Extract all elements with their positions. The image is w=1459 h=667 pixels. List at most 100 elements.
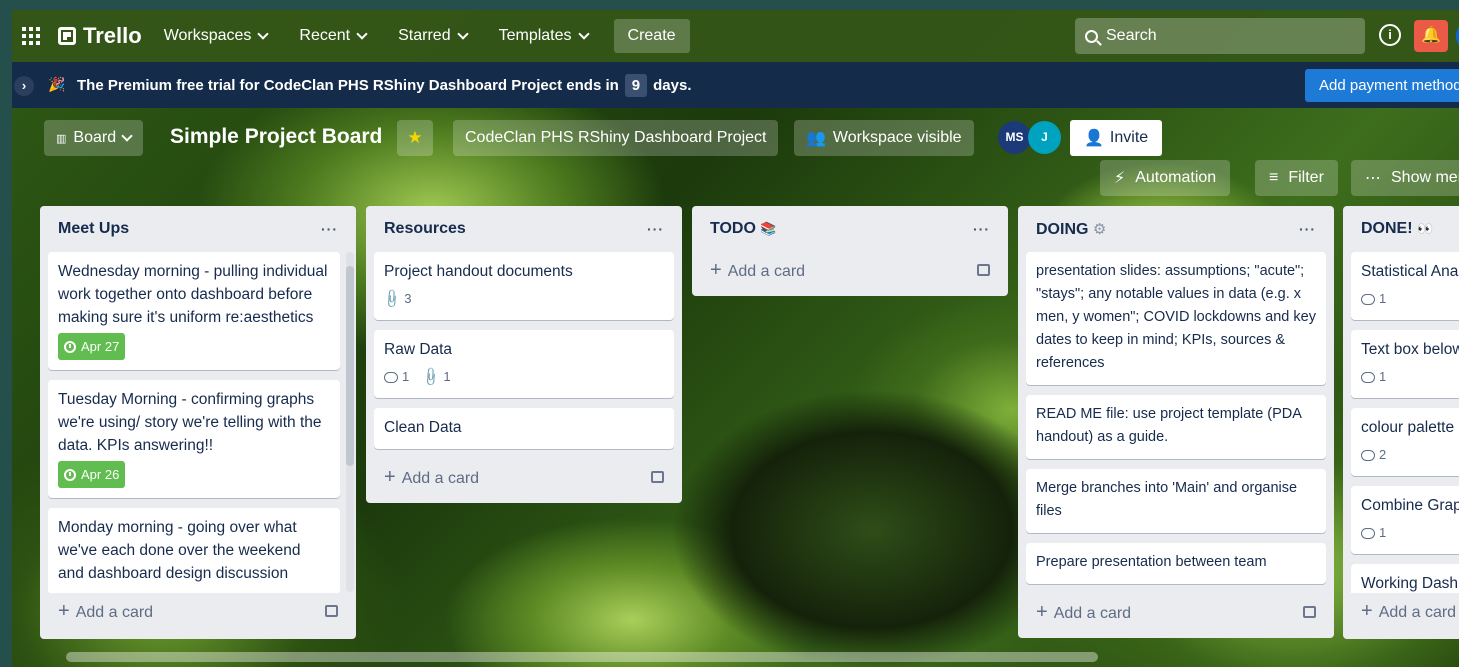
list-title[interactable]: DOING bbox=[1036, 221, 1088, 238]
comment-count: 1 bbox=[1379, 525, 1387, 540]
add-person-icon: 👤 bbox=[1084, 130, 1104, 147]
card[interactable]: presentation slides: assumptions; "acute… bbox=[1026, 252, 1326, 385]
attachment-count: 3 bbox=[404, 291, 412, 306]
trello-window: Trello Workspaces Recent Starred Templat… bbox=[12, 10, 1459, 667]
list-title[interactable]: DONE! bbox=[1361, 220, 1413, 237]
logo-text: Trello bbox=[83, 23, 142, 48]
card[interactable]: Combine Graphs 1 bbox=[1351, 486, 1459, 554]
recent-menu[interactable]: Recent bbox=[299, 27, 368, 45]
card[interactable]: colour palette 2 bbox=[1351, 408, 1459, 476]
list-cards: Statistical Analysis 1 Text box below 1 … bbox=[1351, 252, 1459, 593]
search-input[interactable]: Search bbox=[1075, 18, 1365, 54]
list-menu-icon[interactable]: ··· bbox=[321, 221, 338, 237]
card[interactable]: Raw Data 1 📎1 bbox=[374, 330, 674, 398]
card[interactable]: Prepare presentation between team bbox=[1026, 543, 1326, 584]
automation-button[interactable]: ⚡ Automation bbox=[1100, 160, 1231, 196]
lightning-icon: ⚡ bbox=[1114, 170, 1126, 187]
list-scrollbar-thumb[interactable] bbox=[346, 266, 354, 466]
list-title[interactable]: TODO bbox=[710, 220, 756, 237]
list-header: Resources ··· bbox=[374, 206, 674, 252]
attachment-count: 1 bbox=[443, 369, 451, 384]
invite-label: Invite bbox=[1109, 129, 1149, 146]
filter-label: Filter bbox=[1288, 169, 1324, 186]
card-template-icon[interactable] bbox=[977, 264, 990, 276]
banner-text-after: days. bbox=[653, 76, 692, 94]
show-menu-label: Show menu bbox=[1391, 169, 1459, 186]
notifications-bell-icon[interactable]: 🔔 bbox=[1414, 20, 1448, 52]
card[interactable]: Monday morning - going over what we've e… bbox=[48, 508, 340, 593]
card[interactable]: Working Dashboard bbox=[1351, 564, 1459, 593]
add-card-button[interactable]: + Add a card bbox=[48, 593, 348, 629]
member-avatar-ms[interactable]: MS bbox=[998, 121, 1031, 154]
card-title: Text box below bbox=[1361, 341, 1459, 358]
eyes-emoji-icon: 👀 bbox=[1417, 221, 1434, 236]
add-payment-method-button[interactable]: Add payment method bbox=[1305, 69, 1459, 102]
member-avatar-j[interactable]: J bbox=[1028, 121, 1061, 154]
card[interactable]: Project handout documents 📎3 bbox=[374, 252, 674, 320]
card-badges: 2 bbox=[1361, 443, 1459, 466]
list-menu-icon[interactable]: ··· bbox=[647, 221, 664, 237]
board-title[interactable]: Simple Project Board bbox=[170, 125, 382, 149]
chevron-right-icon[interactable]: › bbox=[14, 76, 34, 96]
board-horizontal-scrollbar[interactable] bbox=[66, 652, 1098, 662]
comment-icon bbox=[1361, 294, 1375, 306]
card[interactable]: Statistical Analysis 1 bbox=[1351, 252, 1459, 320]
list-title[interactable]: Meet Ups bbox=[58, 220, 129, 238]
tasks-emoji-icon: 📚 bbox=[760, 221, 777, 236]
card-title: Raw Data bbox=[384, 341, 453, 358]
card[interactable]: Tuesday Morning - confirming graphs we'r… bbox=[48, 380, 340, 498]
top-nav: Trello Workspaces Recent Starred Templat… bbox=[12, 10, 1459, 62]
recent-label: Recent bbox=[299, 27, 351, 44]
list-title[interactable]: Resources bbox=[384, 220, 466, 238]
add-card-button[interactable]: + Add a card bbox=[1351, 593, 1459, 629]
info-icon[interactable]: i bbox=[1379, 24, 1401, 46]
filter-button[interactable]: ≡ Filter bbox=[1255, 160, 1338, 196]
card[interactable]: Merge branches into 'Main' and organise … bbox=[1026, 469, 1326, 533]
automation-label: Automation bbox=[1135, 169, 1217, 186]
invite-button[interactable]: 👤 Invite bbox=[1070, 120, 1163, 156]
app-switcher-icon[interactable] bbox=[22, 26, 42, 46]
add-card-button[interactable]: + Add a card bbox=[700, 252, 1000, 288]
due-date-badge[interactable]: Apr 27 bbox=[58, 333, 126, 360]
plus-icon: + bbox=[710, 258, 722, 281]
card-title: presentation slides: assumptions; "acute… bbox=[1036, 263, 1316, 371]
card[interactable]: READ ME file: use project template (PDA … bbox=[1026, 395, 1326, 459]
gear-icon: ⚙ bbox=[1092, 220, 1107, 238]
starred-label: Starred bbox=[398, 27, 451, 44]
create-button[interactable]: Create bbox=[613, 19, 690, 53]
list-cards: Wednesday morning - pulling individual w… bbox=[48, 252, 348, 593]
card[interactable]: Wednesday morning - pulling individual w… bbox=[48, 252, 340, 370]
attachment-icon: 📎 bbox=[381, 287, 404, 310]
templates-menu[interactable]: Templates bbox=[499, 27, 590, 45]
card-badges: 1 📎1 bbox=[384, 365, 664, 388]
board-view-switcher[interactable]: ▥ Board bbox=[44, 120, 144, 156]
visibility-button[interactable]: 👥 Workspace visible bbox=[794, 120, 974, 156]
card[interactable]: Clean Data bbox=[374, 408, 674, 449]
card-title: Statistical Analysis bbox=[1361, 263, 1459, 280]
card-title: colour palette bbox=[1361, 419, 1455, 436]
card-title: Monday morning - going over what we've e… bbox=[58, 519, 301, 582]
people-icon: 👥 bbox=[806, 130, 826, 147]
card-template-icon[interactable] bbox=[325, 605, 338, 617]
star-board-button[interactable]: ★ bbox=[397, 120, 433, 156]
comment-count: 2 bbox=[1379, 447, 1387, 462]
trello-logo[interactable]: Trello bbox=[58, 23, 142, 49]
add-card-label: Add a card bbox=[401, 469, 480, 487]
list-menu-icon[interactable]: ··· bbox=[973, 221, 990, 237]
list-menu-icon[interactable]: ··· bbox=[1299, 221, 1316, 237]
board-header: ▥ Board Simple Project Board ★ CodeClan … bbox=[12, 118, 1459, 158]
card-template-icon[interactable] bbox=[651, 471, 664, 483]
starred-menu[interactable]: Starred bbox=[398, 27, 469, 45]
due-date-badge[interactable]: Apr 26 bbox=[58, 461, 126, 488]
chevron-down-icon bbox=[257, 28, 270, 40]
card-template-icon[interactable] bbox=[1303, 606, 1316, 618]
workspace-button[interactable]: CodeClan PHS RShiny Dashboard Project bbox=[453, 120, 779, 156]
show-menu-button[interactable]: ⋯ Show menu bbox=[1351, 160, 1459, 196]
due-date: Apr 26 bbox=[81, 467, 120, 482]
workspaces-menu[interactable]: Workspaces bbox=[164, 27, 270, 45]
plus-icon: + bbox=[1361, 599, 1373, 622]
add-card-button[interactable]: + Add a card bbox=[374, 459, 674, 495]
card[interactable]: Text box below 1 bbox=[1351, 330, 1459, 398]
more-icon: ⋯ bbox=[1365, 170, 1381, 187]
add-card-button[interactable]: + Add a card bbox=[1026, 594, 1326, 630]
